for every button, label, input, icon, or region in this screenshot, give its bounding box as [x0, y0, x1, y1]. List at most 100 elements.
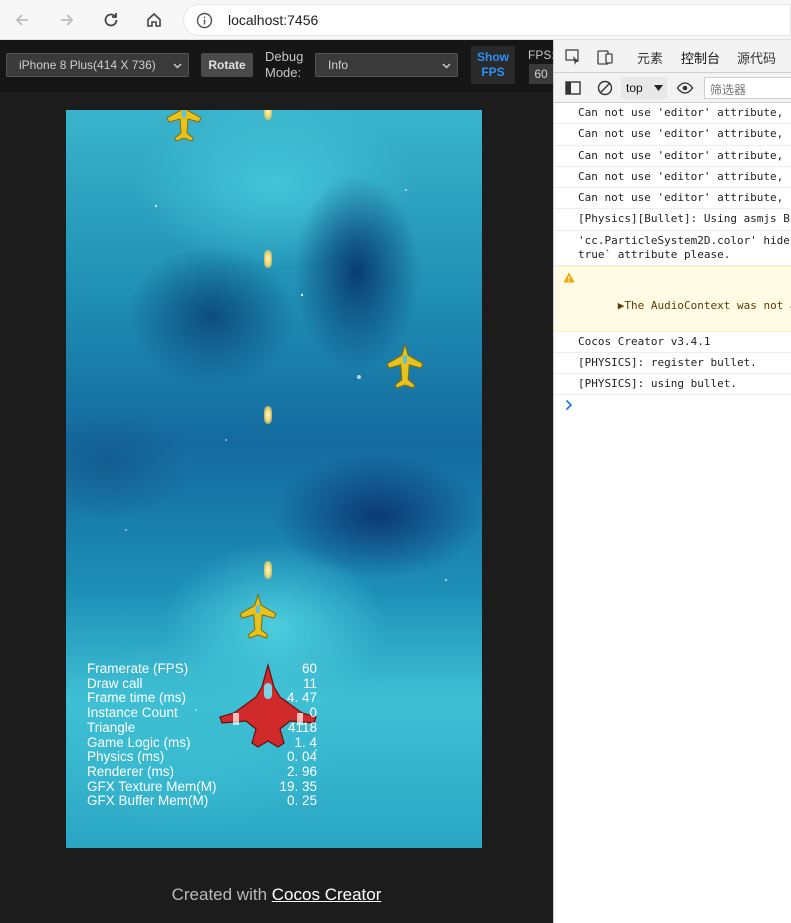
fps-label: FPS: — [528, 48, 555, 62]
bullet — [264, 406, 272, 424]
show-fps-line1: Show — [477, 50, 509, 64]
console-prompt[interactable] — [554, 395, 791, 417]
footer-credit: Created with Cocos Creator — [0, 885, 553, 905]
stat-row: Draw call 11 — [87, 675, 317, 692]
debug-mode-label-line1: Debug — [265, 49, 304, 64]
console-filter-input[interactable]: 筛选器 — [704, 77, 791, 99]
stat-value: 4. 47 — [286, 690, 317, 706]
stat-label: Frame time (ms) — [87, 690, 186, 706]
stat-row: Game Logic (ms) 1. 4 — [87, 734, 317, 751]
stat-label: Game Logic (ms) — [87, 734, 191, 750]
live-expression-eye-icon[interactable] — [676, 79, 694, 97]
reload-icon — [104, 13, 118, 27]
chevron-down-icon — [442, 63, 451, 69]
prompt-chevron-icon — [565, 400, 573, 411]
bullet — [264, 110, 272, 120]
console-log-line: Can not use 'editor' attribute, — [554, 124, 791, 146]
cocos-creator-link[interactable]: Cocos Creator — [272, 885, 382, 904]
sidebar-toggle-icon[interactable] — [564, 79, 582, 97]
debug-mode-value: Info — [328, 58, 349, 72]
console-log-line: [Physics][Bullet]: Using asmjs Bu — [554, 209, 791, 231]
caret-down-icon — [654, 85, 663, 91]
warning-icon — [563, 272, 575, 283]
console-log-line: Can not use 'editor' attribute, — [554, 167, 791, 189]
stat-row: Framerate (FPS) 60 — [87, 661, 317, 677]
bullet — [264, 561, 272, 579]
device-select[interactable]: iPhone 8 Plus(414 X 736) — [6, 53, 189, 77]
tab-sources[interactable]: 源代码 — [737, 48, 776, 67]
stat-row: Renderer (ms) 2. 96 — [87, 763, 317, 780]
preview-toolbar: iPhone 8 Plus(414 X 736) Rotate Debug Mo… — [0, 40, 555, 92]
devtools-tabbar: 元素 控制台 源代码 — [554, 40, 791, 76]
stat-value: 11 — [302, 675, 317, 691]
stat-value: 19. 35 — [279, 778, 317, 794]
stat-row: GFX Buffer Mem(M) 0. 25 — [87, 794, 317, 809]
context-select-value: top — [626, 81, 643, 95]
console-log-line: Cocos Creator v3.4.1 — [554, 332, 791, 353]
stat-label: Instance Count — [87, 705, 178, 721]
footer-prefix: Created with — [171, 885, 272, 904]
stat-label: Draw call — [87, 675, 143, 691]
stat-label: GFX Buffer Mem(M) — [87, 793, 209, 809]
stat-row: Physics (ms) 0. 04 — [87, 750, 317, 765]
game-preview-pane: iPhone 8 Plus(414 X 736) Rotate Debug Mo… — [0, 40, 555, 923]
home-icon — [147, 12, 161, 27]
url-text[interactable]: localhost:7456 — [228, 12, 318, 28]
tab-elements[interactable]: 元素 — [637, 48, 663, 67]
console-log-line: [PHYSICS]: using bullet. — [554, 374, 791, 396]
stat-row: Instance Count 0 — [87, 705, 317, 721]
console-toolbar: top 筛选器 — [554, 73, 791, 103]
stat-value: 0 — [309, 705, 317, 721]
forward-arrow-icon — [61, 14, 74, 26]
tab-console[interactable]: 控制台 — [681, 48, 721, 76]
inspect-element-icon[interactable] — [564, 48, 582, 66]
chevron-down-icon — [173, 63, 182, 69]
stat-value: 60 — [301, 661, 317, 676]
rotate-button[interactable]: Rotate — [201, 53, 253, 77]
enemy-plane-icon — [166, 110, 202, 142]
stat-value: 0. 04 — [286, 749, 317, 765]
game-canvas[interactable]: Framerate (FPS) 60 Draw call 11 Frame time… — [66, 110, 482, 848]
bullet — [264, 250, 272, 268]
back-arrow-icon — [15, 14, 28, 26]
console-log-line: [PHYSICS]: register bullet. — [554, 353, 791, 375]
show-fps-line2: FPS — [481, 65, 505, 79]
fps-input[interactable]: 60 — [529, 64, 553, 84]
home-button[interactable] — [142, 8, 166, 32]
debug-stats-overlay: Framerate (FPS) 60 Draw call 11 Frame time… — [87, 661, 317, 809]
address-bar[interactable]: localhost:7456 — [183, 4, 791, 36]
debug-mode-label: Debug Mode: — [265, 49, 313, 81]
console-log-line: Can not use 'editor' attribute, — [554, 188, 791, 210]
clear-console-icon[interactable] — [596, 79, 614, 97]
stat-label: Triangle — [87, 719, 136, 735]
devtools-panel: 元素 控制台 源代码 top 筛选器 Can not use 'editor' … — [553, 40, 791, 923]
info-icon[interactable] — [196, 12, 213, 29]
show-fps-button[interactable]: Show FPS — [471, 46, 515, 84]
reload-button[interactable] — [99, 8, 123, 32]
console-log-list: Can not use 'editor' attribute, Can not … — [554, 103, 791, 417]
device-toolbar-icon[interactable] — [596, 48, 614, 66]
stat-label: Framerate (FPS) — [87, 661, 189, 676]
stat-value: 4118 — [287, 719, 317, 735]
stat-label: Physics (ms) — [87, 749, 165, 765]
console-warning-line[interactable]: ▶The AudioContext was not allow — [554, 266, 791, 332]
stat-label: GFX Texture Mem(M) — [87, 778, 217, 794]
stat-row: GFX Texture Mem(M) 19. 35 — [87, 778, 317, 795]
enemy-plane-icon — [386, 342, 424, 389]
back-button[interactable] — [10, 8, 34, 32]
warning-text: ▶The AudioContext was not allow — [617, 298, 791, 312]
context-select[interactable]: top — [621, 77, 667, 99]
forward-button[interactable] — [55, 8, 79, 32]
console-log-line: 'cc.ParticleSystem2D.color' hide true` a… — [554, 231, 791, 267]
enemy-plane-icon — [239, 592, 277, 639]
stat-label: Renderer (ms) — [87, 763, 175, 779]
stat-row: Frame time (ms) 4. 47 — [87, 691, 317, 706]
console-log-line: Can not use 'editor' attribute, — [554, 146, 791, 167]
stat-row: Triangle 4118 — [87, 719, 317, 736]
console-log-line: Can not use 'editor' attribute, — [554, 103, 791, 125]
stat-value: 1. 4 — [294, 734, 317, 750]
browser-toolbar: localhost:7456 — [0, 0, 791, 40]
debug-mode-label-line2: Mode: — [265, 65, 302, 80]
stat-value: 2. 96 — [286, 763, 317, 779]
debug-mode-select[interactable]: Info — [315, 53, 458, 77]
